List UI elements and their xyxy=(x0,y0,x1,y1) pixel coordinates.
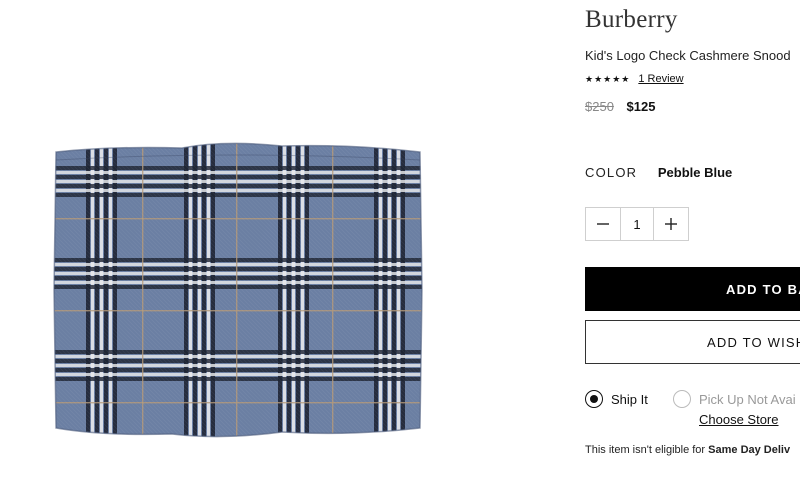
eligibility-bold: Same Day Deliv xyxy=(708,444,791,456)
product-title: Kid's Logo Check Cashmere Snood xyxy=(585,48,791,63)
sale-price: $125 xyxy=(626,99,656,114)
color-label: COLOR xyxy=(585,165,638,180)
product-info-panel: Burberry Kid's Logo Check Cashmere Snood… xyxy=(585,0,800,479)
add-to-wishlist-button[interactable]: ADD TO WISH xyxy=(585,320,800,364)
pickup-radio[interactable] xyxy=(673,390,691,408)
ship-it-radio[interactable] xyxy=(585,390,603,408)
quantity-increase-button[interactable] xyxy=(654,208,688,240)
price-row: $250 $125 xyxy=(585,99,655,114)
brand-name[interactable]: Burberry xyxy=(585,6,678,34)
quantity-decrease-button[interactable] xyxy=(586,208,620,240)
minus-icon xyxy=(597,223,609,225)
ship-it-option[interactable]: Ship It xyxy=(585,390,648,408)
add-to-bag-button[interactable]: ADD TO BA xyxy=(585,267,800,311)
eligibility-note: This item isn't eligible for Same Day De… xyxy=(585,444,790,456)
choose-store-link[interactable]: Choose Store xyxy=(699,412,779,427)
pickup-option[interactable]: Pick Up Not Avai xyxy=(673,390,796,408)
pickup-label: Pick Up Not Avai xyxy=(699,391,796,407)
star-rating-icon: ★★★★★ xyxy=(585,73,631,84)
quantity-stepper xyxy=(585,207,689,241)
rating-row: ★★★★★ 1 Review xyxy=(585,73,684,85)
eligibility-text: This item isn't eligible for xyxy=(585,444,709,456)
product-image[interactable] xyxy=(52,140,424,440)
quantity-input[interactable] xyxy=(620,208,654,240)
color-value: Pebble Blue xyxy=(657,165,733,180)
review-link[interactable]: 1 Review xyxy=(638,73,683,85)
plus-icon xyxy=(665,218,677,230)
color-selector: COLOR Pebble Blue xyxy=(585,165,732,180)
original-price: $250 xyxy=(585,99,614,114)
ship-it-label: Ship It xyxy=(611,391,648,407)
snood-image xyxy=(53,142,423,438)
